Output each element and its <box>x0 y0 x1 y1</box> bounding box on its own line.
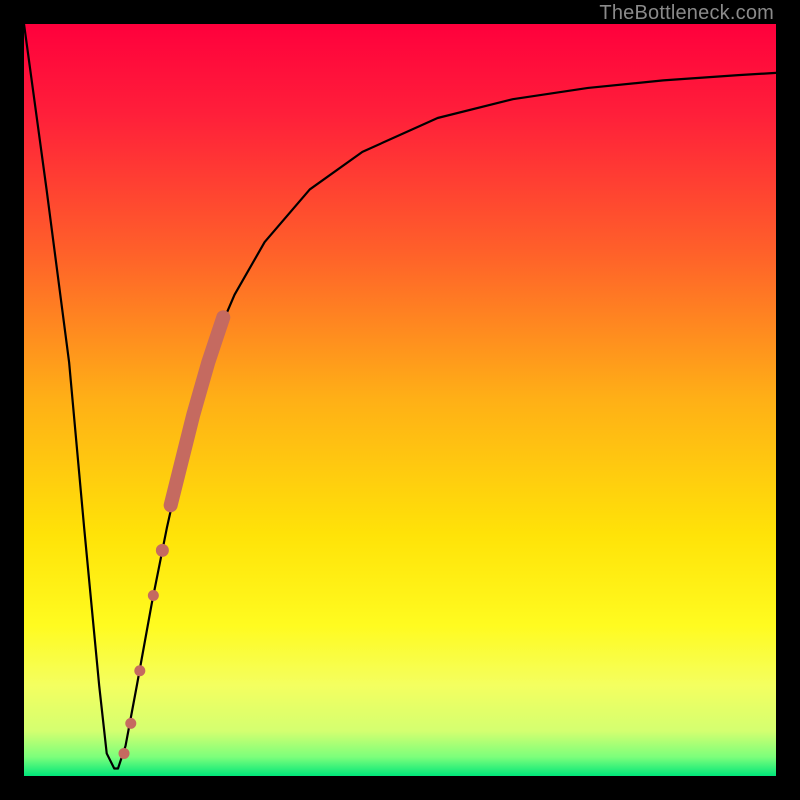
marker-dot <box>148 590 159 601</box>
marker-dot <box>125 718 136 729</box>
plot-area <box>24 24 776 776</box>
marker-dot <box>156 544 169 557</box>
marker-dot <box>119 748 130 759</box>
watermark-text: TheBottleneck.com <box>599 2 774 25</box>
curve-layer <box>24 24 776 776</box>
marker-dot <box>134 665 145 676</box>
chart-frame: TheBottleneck.com <box>0 0 800 800</box>
bottleneck-curve <box>24 24 776 768</box>
highlight-band <box>171 317 224 505</box>
